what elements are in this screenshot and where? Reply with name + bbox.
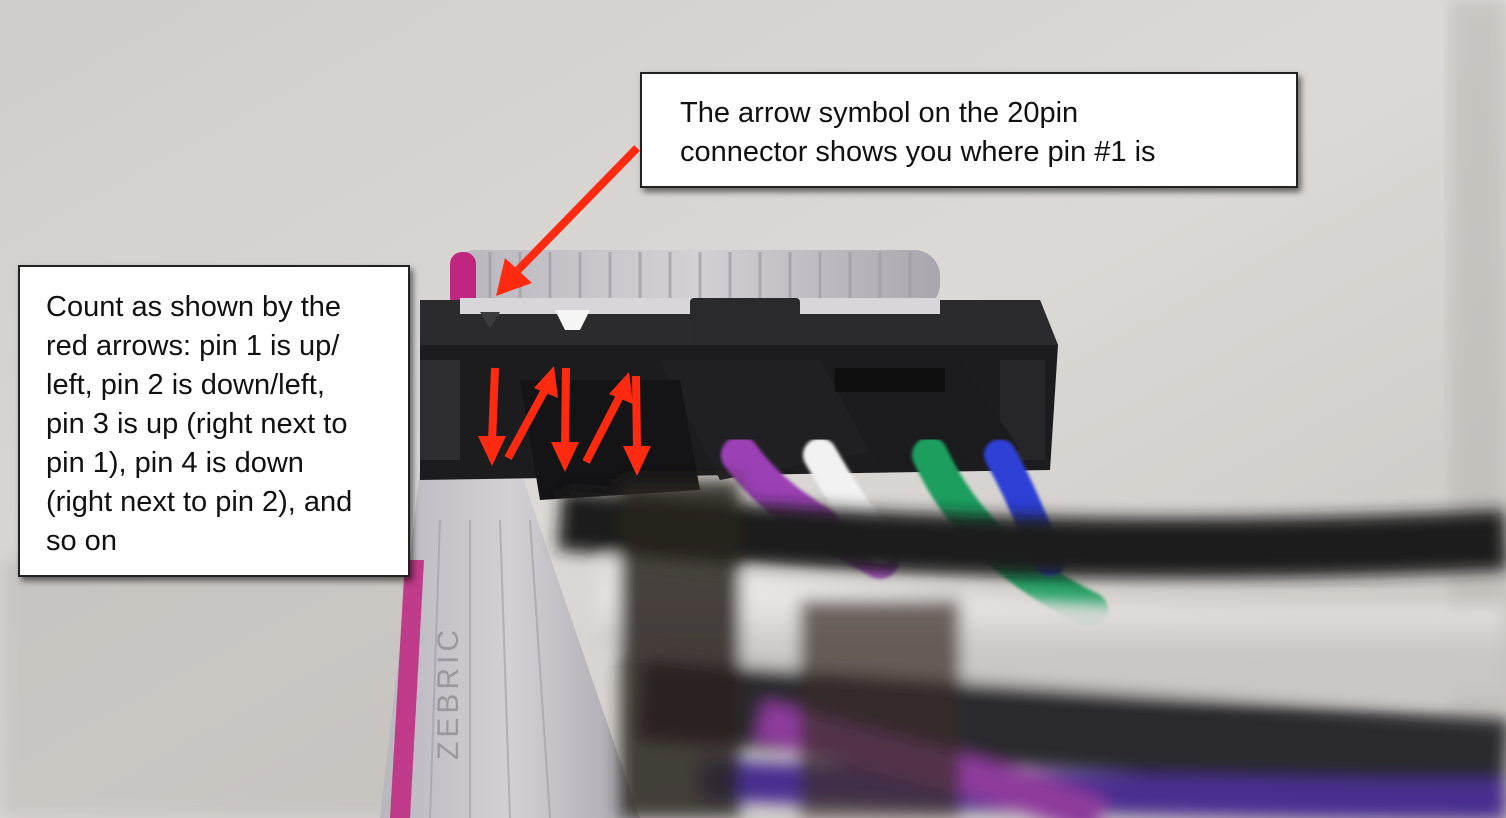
callout-text-line: The arrow symbol on the 20pin — [680, 97, 1079, 129]
callout-text-line: so on — [46, 525, 117, 557]
callout-text-line: (right next to pin 2), and — [46, 486, 353, 518]
callout-text-line: connector shows you where pin #1 is — [680, 136, 1156, 168]
callout-text-line: pin 3 is up (right next to — [46, 408, 348, 440]
callout-text-line: left, pin 2 is down/left, — [46, 369, 325, 401]
pin-count-explanation-callout: Count as shown by the red arrows: pin 1 … — [18, 265, 410, 577]
callout-text-line: pin 1), pin 4 is down — [46, 447, 304, 479]
cable-marking-text: ZEBRIC — [432, 626, 465, 760]
pin1-explanation-callout: The arrow symbol on the 20pin connector … — [640, 72, 1298, 188]
callout-text-line: Count as shown by the — [46, 291, 342, 323]
foreground-cables — [557, 480, 1506, 818]
callout-text-line: red arrows: pin 1 is up/ — [46, 330, 340, 362]
photo-stage: ZEBRIC The arrow symbol on the 20pin con… — [0, 0, 1506, 818]
